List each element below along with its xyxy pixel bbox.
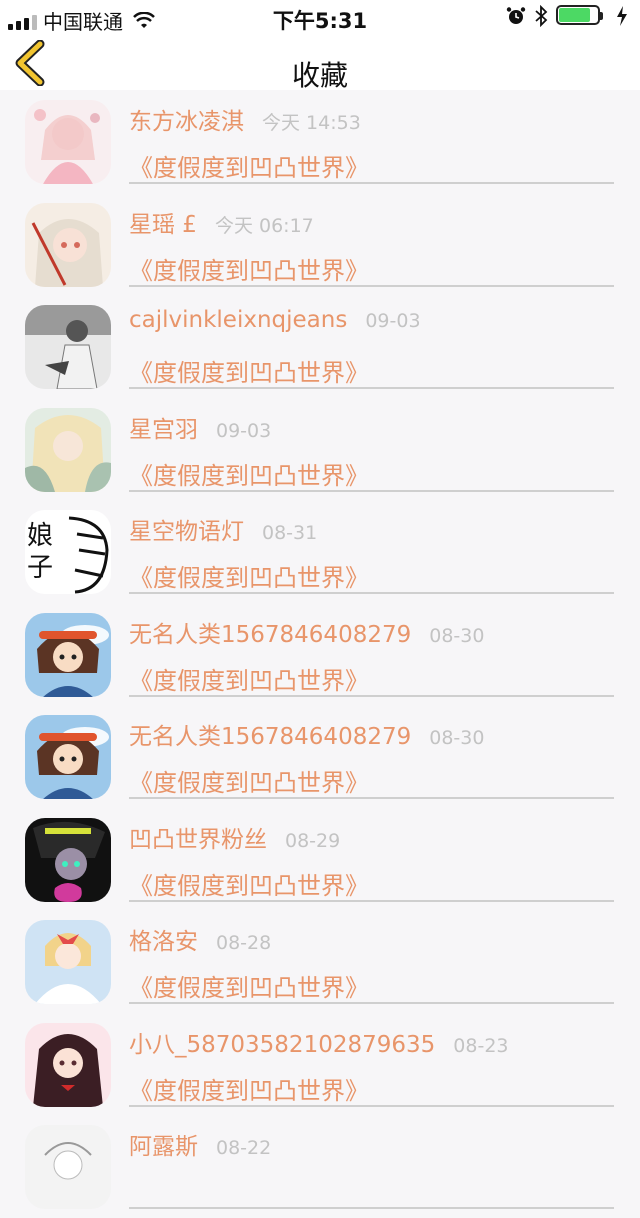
item-header: 小八_58703582102879635 08-23 — [129, 1025, 509, 1059]
divider — [129, 1207, 614, 1209]
username[interactable]: 无名人类1567846408279 — [129, 724, 411, 750]
avatar[interactable] — [25, 715, 111, 799]
list-item[interactable]: 阿露斯 08-22 — [0, 1115, 640, 1218]
username[interactable]: 无名人类1567846408279 — [129, 622, 411, 648]
battery-icon — [556, 5, 608, 27]
timestamp: 08-23 — [453, 1034, 509, 1057]
username[interactable]: 凹凸世界粉丝 — [129, 827, 267, 853]
nav-bar: 收藏 — [0, 34, 640, 92]
avatar[interactable] — [25, 407, 111, 492]
list-item[interactable]: 无名人类1567846408279 08-30 《度假度到凹凸世界》 — [0, 705, 640, 808]
divider — [129, 592, 614, 594]
status-bar: 中国联通 下午5:31 — [0, 0, 640, 34]
favorites-list: 东方冰凌淇 今天 14:53 《度假度到凹凸世界》 星瑶 £ 今天 06:17 《度假度到… — [0, 90, 640, 1218]
username[interactable]: cajlvinkleixnqjeans — [129, 307, 347, 333]
item-header: 星瑶 £ 今天 06:17 — [129, 205, 314, 239]
username[interactable]: 格洛安 — [129, 929, 198, 955]
divider — [129, 1104, 614, 1107]
item-header: 东方冰凌淇 今天 14:53 — [129, 102, 361, 136]
timestamp: 08-29 — [285, 829, 341, 852]
username[interactable]: 东方冰凌淇 — [129, 109, 244, 135]
item-header: 格洛安 08-28 — [129, 922, 271, 956]
item-header: cajlvinkleixnqjeans 09-03 — [129, 307, 421, 333]
bluetooth-icon — [535, 5, 548, 27]
item-header: 星空物语灯 08-31 — [129, 512, 317, 546]
list-item[interactable]: 星宫羽 09-03 《度假度到凹凸世界》 — [0, 398, 640, 501]
charging-icon — [617, 6, 627, 26]
timestamp: 08-30 — [429, 727, 485, 749]
svg-text:娘: 娘 — [27, 521, 53, 551]
username[interactable]: 星宫羽 — [129, 417, 198, 443]
story-title-link[interactable]: 《度假度到凹凸世界》 — [129, 558, 369, 593]
list-item[interactable]: 无名人类1567846408279 08-30 《度假度到凹凸世界》 — [0, 603, 640, 706]
svg-text:子: 子 — [27, 553, 53, 583]
avatar[interactable] — [25, 817, 111, 902]
list-item[interactable]: cajlvinkleixnqjeans 09-03 《度假度到凹凸世界》 — [0, 295, 640, 398]
timestamp: 今天 14:53 — [262, 112, 361, 134]
divider — [129, 1002, 614, 1004]
timestamp: 09-03 — [365, 310, 421, 332]
story-title-link[interactable]: 《度假度到凹凸世界》 — [129, 968, 369, 1003]
avatar[interactable] — [25, 612, 111, 697]
story-title-link[interactable]: 《度假度到凹凸世界》 — [129, 866, 369, 901]
list-item[interactable]: 娘子星空物语灯 08-31 《度假度到凹凸世界》 — [0, 500, 640, 603]
timestamp: 今天 06:17 — [214, 214, 314, 237]
timestamp: 09-03 — [216, 419, 272, 442]
timestamp: 08-28 — [216, 932, 272, 954]
list-item[interactable]: 格洛安 08-28 《度假度到凹凸世界》 — [0, 910, 640, 1013]
story-title-link[interactable]: 《度假度到凹凸世界》 — [129, 1071, 369, 1106]
timestamp: 08-22 — [216, 1137, 272, 1159]
divider — [129, 797, 614, 799]
story-title-link[interactable]: 《度假度到凹凸世界》 — [129, 353, 369, 388]
avatar[interactable] — [25, 305, 111, 389]
avatar[interactable] — [25, 1022, 111, 1107]
story-title-link[interactable]: 《度假度到凹凸世界》 — [129, 148, 369, 183]
story-title-link[interactable]: 《度假度到凹凸世界》 — [129, 661, 369, 696]
list-item[interactable]: 小八_58703582102879635 08-23 《度假度到凹凸世界》 — [0, 1013, 640, 1116]
list-item[interactable]: 东方冰凌淇 今天 14:53 《度假度到凹凸世界》 — [0, 90, 640, 193]
divider — [129, 284, 614, 287]
divider — [129, 182, 614, 184]
username[interactable]: 星空物语灯 — [129, 519, 244, 545]
username[interactable]: 小八_58703582102879635 — [129, 1032, 435, 1058]
divider — [129, 387, 614, 389]
status-right — [506, 5, 628, 27]
divider — [129, 694, 614, 697]
avatar[interactable] — [25, 202, 111, 287]
divider — [129, 899, 614, 902]
username[interactable]: 星瑶 £ — [129, 212, 197, 238]
avatar[interactable] — [25, 920, 111, 1004]
list-item[interactable]: 星瑶 £ 今天 06:17 《度假度到凹凸世界》 — [0, 193, 640, 296]
timestamp: 08-31 — [262, 522, 318, 544]
username[interactable]: 阿露斯 — [129, 1134, 198, 1160]
story-title-link[interactable]: 《度假度到凹凸世界》 — [129, 251, 369, 286]
timestamp: 08-30 — [429, 624, 485, 647]
item-header: 无名人类1567846408279 08-30 — [129, 615, 484, 649]
item-header: 凹凸世界粉丝 08-29 — [129, 820, 340, 854]
avatar[interactable] — [25, 100, 111, 184]
avatar[interactable] — [25, 1125, 111, 1209]
alarm-icon — [506, 7, 526, 24]
page-title: 收藏 — [291, 59, 348, 92]
item-header: 阿露斯 08-22 — [129, 1127, 271, 1161]
story-title-link[interactable]: 《度假度到凹凸世界》 — [129, 763, 369, 798]
divider — [129, 489, 614, 492]
list-item[interactable]: 凹凸世界粉丝 08-29 《度假度到凹凸世界》 — [0, 808, 640, 911]
avatar[interactable]: 娘子 — [25, 510, 111, 594]
item-header: 无名人类1567846408279 08-30 — [129, 717, 484, 751]
story-title-link[interactable]: 《度假度到凹凸世界》 — [129, 456, 369, 491]
item-header: 星宫羽 09-03 — [129, 410, 271, 444]
